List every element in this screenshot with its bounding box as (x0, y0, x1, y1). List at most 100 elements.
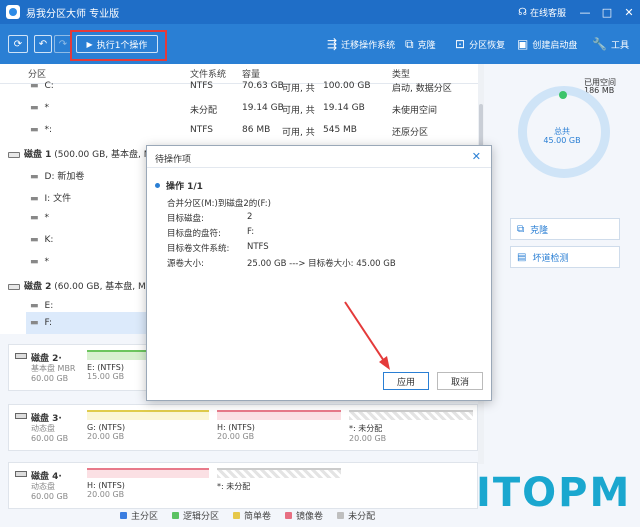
tools-label: 工具 (610, 40, 629, 51)
bad-sector-check-button[interactable]: ▤ 坏道检测 (510, 246, 620, 268)
partition-icon: ▬ (30, 213, 39, 223)
disk-icon (15, 353, 27, 359)
partition-row[interactable]: ▬ * 未分配 19.14 GB 可用, 共 19.14 GB 未使用空间 (0, 97, 478, 119)
partition-segment[interactable]: H: (NTFS) 20.00 GB (217, 410, 341, 446)
primary-swatch (120, 511, 127, 519)
annotation-highlight-box (70, 30, 167, 61)
partition-type: 还原分区 (392, 128, 429, 138)
refresh-icon: ⟳ (13, 38, 23, 50)
wrench-icon: 🔧 (592, 37, 607, 51)
partition-total: 545 MB (323, 125, 357, 135)
right-panel: 已用空间 186 MB 总共 45.00 GB ⧉ 克隆 ▤ 坏道检测 (484, 64, 640, 527)
partition-segment[interactable]: H: (NTFS) 20.00 GB (87, 468, 209, 504)
app-logo-icon (6, 5, 20, 19)
apply-button[interactable]: 应用 (383, 372, 429, 390)
operation-count: 操作 1/1 (166, 182, 203, 192)
legend-item: 逻辑分区 (172, 509, 219, 522)
partition-row[interactable]: ▬ *: NTFS 86 MB 可用, 共 545 MB 还原分区 (0, 119, 478, 141)
partition-used: 86 MB (242, 125, 271, 135)
partition-used: 19.14 GB (242, 103, 284, 113)
migrate-os-button[interactable]: ⇶ 迁移操作系统 (327, 37, 395, 51)
pending-operations-dialog: 待操作项 ✕ 操作 1/1 合并分区(M:)到磁盘2的(F:) 目标磁盘: 2 … (146, 145, 492, 401)
legend-item: 未分配 (337, 509, 375, 522)
disk-card[interactable]: 磁盘 3· 动态盘 60.00 GB G: (NTFS) 20.00 GB H:… (8, 404, 478, 451)
legend-item: 主分区 (120, 509, 158, 522)
online-service-link[interactable]: ☊ 在线客服 (518, 6, 566, 19)
clone-label: 克隆 (417, 41, 436, 51)
segment-size: 20.00 GB (349, 434, 387, 443)
migrate-icon: ⇶ (327, 37, 338, 51)
disk-name: 磁盘 2 (24, 282, 52, 292)
partition-avail-label: 可用, 共 (282, 128, 315, 138)
minimize-button[interactable]: — (574, 6, 596, 19)
disk-name: 磁盘 1 (24, 150, 52, 160)
online-service-label: 在线客服 (529, 8, 566, 19)
partition-avail-label: 可用, 共 (282, 84, 315, 94)
headset-icon: ☊ (518, 6, 527, 18)
segment-label: *: 未分配 (217, 482, 251, 491)
clone-icon: ⧉ (517, 223, 525, 235)
close-button[interactable]: ✕ (618, 6, 640, 19)
partition-name: C: (44, 81, 54, 91)
disk-card-size: 60.00 GB (31, 374, 69, 383)
disk-check-icon: ▤ (517, 251, 527, 263)
partition-icon: ▬ (30, 301, 39, 311)
field-label: 目标磁盘: (167, 214, 204, 224)
cancel-button[interactable]: 取消 (437, 372, 483, 390)
field-label: 目标卷文件系统: (167, 244, 230, 254)
partition-name: * (44, 257, 50, 267)
partition-name: I: 文件 (44, 194, 72, 204)
disk-card[interactable]: 磁盘 4· 动态盘 60.00 GB H: (NTFS) 20.00 GB *:… (8, 462, 478, 509)
app-title: 易我分区大师 专业版 (26, 8, 120, 20)
clone-side-button[interactable]: ⧉ 克隆 (510, 218, 620, 240)
unallocated-segment[interactable]: *: 未分配 (217, 468, 341, 504)
disk-card-size: 60.00 GB (31, 492, 69, 501)
partition-name: * (44, 103, 50, 113)
legend-item: 简单卷 (233, 509, 271, 522)
bullet-icon (155, 183, 160, 188)
undo-button[interactable]: ↶ (34, 35, 52, 53)
partition-recovery-button[interactable]: ⊡ 分区恢复 (455, 37, 505, 51)
title-bar: 易我分区大师 专业版 ☊ 在线客服 — □ ✕ (0, 0, 640, 24)
boot-disk-icon: ▣ (517, 37, 529, 51)
legend-item: 镜像卷 (285, 509, 323, 522)
dialog-close-button[interactable]: ✕ (472, 150, 481, 163)
recovery-icon: ⊡ (455, 37, 466, 51)
partition-avail-label: 可用, 共 (282, 106, 315, 116)
operation-description: 合并分区(M:)到磁盘2的(F:) (167, 199, 271, 209)
segment-bar (87, 468, 209, 478)
total-value: 45.00 GB (543, 136, 581, 145)
watermark-logo: ITOPM (476, 470, 632, 516)
unallocated-segment[interactable]: *: 未分配 20.00 GB (349, 410, 473, 446)
partition-name: E: (44, 301, 54, 311)
clone-side-label: 克隆 (530, 225, 549, 236)
mirror-volume-swatch (285, 511, 293, 519)
legend-label: 简单卷 (244, 511, 272, 522)
partition-fs: NTFS (190, 125, 213, 135)
clone-button[interactable]: ⧉ 克隆 (405, 37, 436, 52)
partition-icon: ▬ (30, 125, 39, 135)
partition-total: 100.00 GB (323, 81, 371, 91)
partition-total: 19.14 GB (323, 103, 365, 113)
refresh-button[interactable]: ⟳ (8, 35, 28, 53)
legend: 主分区 逻辑分区 简单卷 镜像卷 未分配 (120, 508, 389, 522)
field-value: F: (247, 227, 255, 237)
partition-icon: ▬ (30, 318, 39, 328)
disk-icon (15, 471, 27, 477)
segment-bar (217, 468, 341, 478)
disk-card-type: 动态盘 (31, 482, 55, 491)
partition-segment[interactable]: G: (NTFS) 20.00 GB (87, 410, 209, 446)
segment-label: H: (NTFS) (87, 481, 125, 490)
partition-icon: ▬ (30, 81, 39, 91)
legend-label: 逻辑分区 (183, 511, 220, 522)
maximize-button[interactable]: □ (596, 6, 618, 19)
migrate-os-label: 迁移操作系统 (341, 40, 396, 51)
create-boot-disk-label: 创建启动盘 (532, 40, 578, 51)
create-boot-disk-button[interactable]: ▣ 创建启动盘 (517, 37, 577, 51)
partition-row[interactable]: ▬ C: NTFS 70.63 GB 可用, 共 100.00 GB 启动, 数据… (0, 75, 478, 97)
partition-icon: ▬ (30, 257, 39, 267)
partition-icon: ▬ (30, 103, 39, 113)
tools-button[interactable]: 🔧 工具 (592, 37, 629, 51)
partition-name: K: (44, 235, 54, 245)
segment-bar (217, 410, 341, 420)
